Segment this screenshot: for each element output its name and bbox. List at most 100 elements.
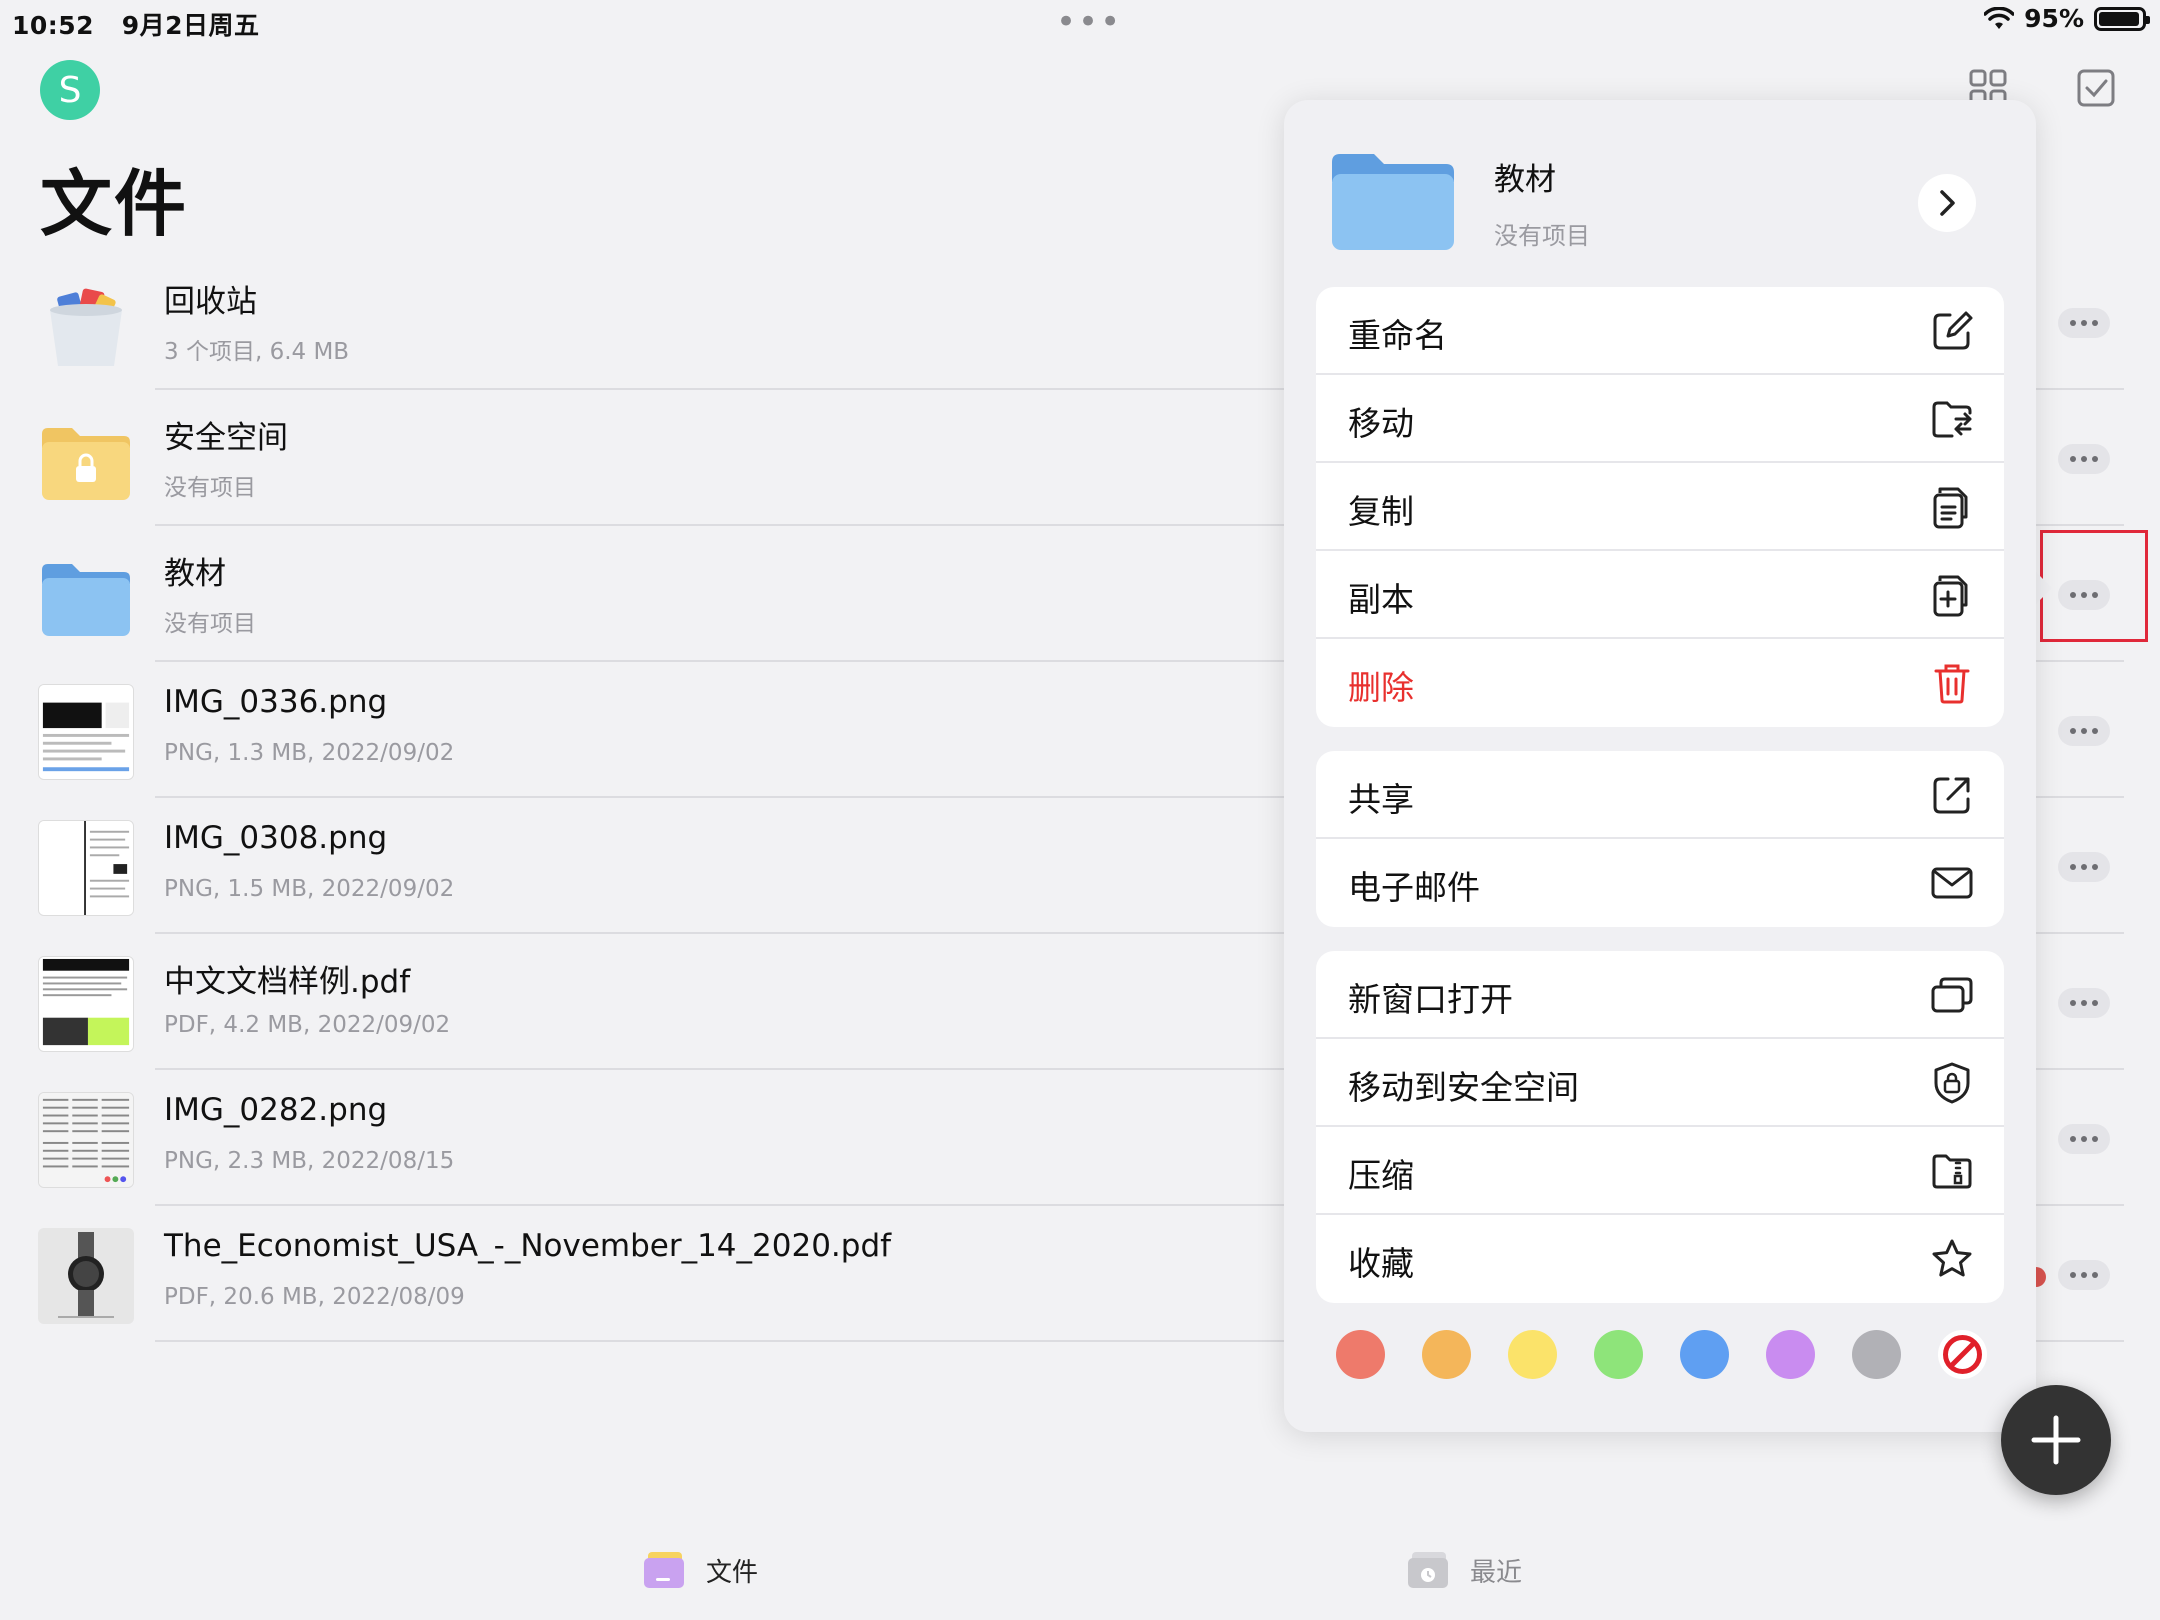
page-title: 文件 xyxy=(40,162,189,246)
file-name: 安全空间 xyxy=(164,420,288,456)
trash-icon xyxy=(1934,664,1970,704)
tab-recent[interactable]: 最近 xyxy=(1406,1550,1522,1590)
menu-item-duplicate[interactable]: 副本 xyxy=(1316,551,2004,639)
menu-item-label: 重命名 xyxy=(1348,316,1447,355)
color-tag-orange[interactable] xyxy=(1422,1330,1471,1379)
pdf-thumbnail xyxy=(38,1228,134,1324)
multitasking-dots[interactable]: ••• xyxy=(1056,2,1122,42)
color-tag-purple[interactable] xyxy=(1766,1330,1815,1379)
files-tab-icon xyxy=(644,1552,684,1588)
menu-item-label: 移动 xyxy=(1348,404,1414,443)
new-window-icon xyxy=(1931,977,1973,1013)
file-meta: 没有项目 xyxy=(164,475,256,501)
more-button[interactable] xyxy=(2058,1260,2110,1290)
folder-icon xyxy=(42,564,130,636)
file-meta: PNG, 2.3 MB, 2022/08/15 xyxy=(164,1148,455,1174)
add-button[interactable] xyxy=(2001,1385,2111,1495)
menu-item-favorite[interactable]: 收藏 xyxy=(1316,1215,2004,1303)
menu-item-label: 新窗口打开 xyxy=(1348,980,1513,1019)
avatar-letter: S xyxy=(58,69,82,111)
mail-icon xyxy=(1931,867,1973,899)
file-meta: PDF, 20.6 MB, 2022/08/09 xyxy=(164,1284,465,1310)
menu-item-copy[interactable]: 复制 xyxy=(1316,463,2004,551)
file-name: IMG_0336.png xyxy=(164,684,388,720)
menu-item-label: 电子邮件 xyxy=(1348,868,1480,907)
menu-item-label: 副本 xyxy=(1348,580,1414,619)
status-right: 95% xyxy=(1984,4,2150,33)
copy-icon xyxy=(1933,487,1968,529)
menu-item-label: 删除 xyxy=(1348,668,1414,707)
recent-tab-icon xyxy=(1408,1552,1448,1588)
folder-icon xyxy=(1332,154,1454,250)
menu-item-email[interactable]: 电子邮件 xyxy=(1316,839,2004,927)
share-icon xyxy=(1933,777,1970,814)
plus-icon xyxy=(2031,1415,2081,1465)
menu-item-label: 压缩 xyxy=(1348,1156,1414,1195)
menu-item-rename[interactable]: 重命名 xyxy=(1316,287,2004,375)
open-folder-button[interactable] xyxy=(1918,174,1976,232)
file-name: 回收站 xyxy=(164,284,257,320)
image-thumbnail xyxy=(38,684,134,780)
more-button[interactable] xyxy=(2058,716,2110,746)
trash-bin-icon xyxy=(50,288,122,366)
chevron-right-icon xyxy=(1940,190,1955,216)
menu-item-move[interactable]: 移动 xyxy=(1316,375,2004,463)
color-tag-yellow[interactable] xyxy=(1508,1330,1557,1379)
file-name: 教材 xyxy=(164,556,226,592)
more-button[interactable] xyxy=(2058,308,2110,338)
color-tag-row xyxy=(1336,1330,1987,1379)
menu-group-more: 新窗口打开 移动到安全空间 压缩 收藏 xyxy=(1316,951,2004,1303)
wifi-icon xyxy=(1984,6,2015,29)
menu-item-share[interactable]: 共享 xyxy=(1316,751,2004,839)
file-name: 中文文档样例.pdf xyxy=(164,964,411,1000)
color-tag-gray[interactable] xyxy=(1852,1330,1901,1379)
color-tag-green[interactable] xyxy=(1594,1330,1643,1379)
zip-folder-icon xyxy=(1932,1154,1972,1189)
menu-item-new-window[interactable]: 新窗口打开 xyxy=(1316,951,2004,1039)
more-button[interactable] xyxy=(2058,444,2110,474)
file-meta: PNG, 1.5 MB, 2022/09/02 xyxy=(164,876,455,902)
file-meta: PNG, 1.3 MB, 2022/09/02 xyxy=(164,740,455,766)
file-meta: PDF, 4.2 MB, 2022/09/02 xyxy=(164,1012,451,1038)
menu-item-compress[interactable]: 压缩 xyxy=(1316,1127,2004,1215)
duplicate-icon xyxy=(1933,575,1968,617)
move-folder-icon xyxy=(1932,401,1972,438)
popover-folder-name: 教材 xyxy=(1494,162,1556,198)
rename-icon xyxy=(1933,311,1973,350)
menu-group-share: 共享 电子邮件 xyxy=(1316,751,2004,927)
file-name: IMG_0308.png xyxy=(164,820,388,856)
file-name: The_Economist_USA_-_November_14_2020.pdf xyxy=(164,1228,892,1264)
menu-item-label: 共享 xyxy=(1348,780,1414,819)
selection-highlight xyxy=(2040,530,2148,642)
color-tag-blue[interactable] xyxy=(1680,1330,1729,1379)
menu-item-label: 复制 xyxy=(1348,492,1414,531)
menu-item-move-to-secure[interactable]: 移动到安全空间 xyxy=(1316,1039,2004,1127)
battery-percent: 95% xyxy=(2024,4,2084,33)
tab-files[interactable]: 文件 xyxy=(642,1550,758,1590)
color-tag-red[interactable] xyxy=(1336,1330,1385,1379)
star-icon xyxy=(1932,1239,1972,1277)
context-menu-popover: 教材 没有项目 重命名 移动 复制 副本 删除 共享 电子邮件 新窗口打开 移动… xyxy=(1284,100,2036,1432)
battery-icon xyxy=(2094,6,2150,31)
popover-arrow xyxy=(2034,570,2052,606)
file-name: IMG_0282.png xyxy=(164,1092,388,1128)
no-color-icon[interactable] xyxy=(1938,1330,1987,1379)
pdf-thumbnail xyxy=(38,956,134,1052)
image-thumbnail xyxy=(38,1092,134,1188)
select-checkbox-icon[interactable] xyxy=(2076,68,2116,108)
menu-item-delete[interactable]: 删除 xyxy=(1316,639,2004,727)
tab-label: 文件 xyxy=(706,1557,759,1588)
image-thumbnail xyxy=(38,820,134,916)
file-meta: 没有项目 xyxy=(164,611,256,637)
more-button[interactable] xyxy=(2058,988,2110,1018)
date-text: 9月2日周五 xyxy=(121,11,260,40)
more-button[interactable] xyxy=(2058,852,2110,882)
status-time: 10:52 9月2日周五 xyxy=(12,6,260,42)
tab-label: 最近 xyxy=(1470,1557,1523,1588)
avatar[interactable]: S xyxy=(40,60,100,120)
menu-item-label: 收藏 xyxy=(1348,1244,1414,1283)
time-text: 10:52 xyxy=(12,11,95,40)
shield-lock-icon xyxy=(1934,1062,1970,1104)
file-meta: 3 个项目, 6.4 MB xyxy=(164,339,350,365)
more-button[interactable] xyxy=(2058,1124,2110,1154)
